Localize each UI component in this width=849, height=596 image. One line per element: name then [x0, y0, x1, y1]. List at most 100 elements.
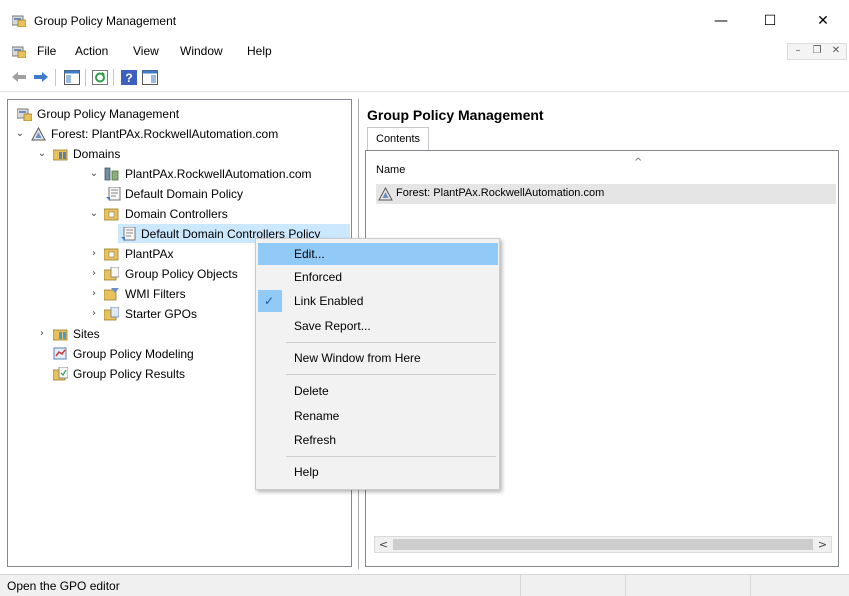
menu-item-delete[interactable]: Delete: [258, 380, 498, 402]
domain-icon: [104, 167, 119, 181]
chevron-down-icon[interactable]: ⌄: [14, 124, 26, 144]
tree-node-gpm-root[interactable]: Group Policy Management: [8, 104, 348, 124]
status-text: Open the GPO editor: [7, 579, 120, 593]
chevron-down-icon[interactable]: ⌄: [88, 164, 100, 184]
status-bar: Open the GPO editor: [0, 574, 849, 596]
status-divider: [750, 575, 751, 596]
menu-item-label: Delete: [294, 384, 329, 398]
tree-node-label: Default Domain Policy: [125, 187, 244, 201]
details-header: Group Policy Management: [367, 107, 544, 123]
forward-arrow-icon[interactable]: [33, 69, 49, 85]
tree-node-label: PlantPAx.RockwellAutomation.com: [125, 167, 312, 181]
wmi-folder-icon: [104, 288, 119, 301]
close-button[interactable]: ✕: [800, 8, 846, 34]
tree-node-label: PlantPAx: [125, 247, 174, 261]
mdi-minimize-button[interactable]: –: [791, 44, 805, 58]
menu-separator: [286, 374, 496, 375]
tree-node-label: Starter GPOs: [125, 307, 198, 321]
menu-separator: [286, 456, 496, 457]
properties-icon[interactable]: [142, 69, 158, 85]
chevron-down-icon[interactable]: ⌄: [36, 144, 48, 164]
status-divider: [625, 575, 626, 596]
tree-node-domain-controllers[interactable]: ⌄ Domain Controllers: [8, 204, 348, 224]
scroll-left-button[interactable]: <: [375, 537, 392, 552]
tree-node-forest[interactable]: ⌄ Forest: PlantPAx.RockwellAutomation.co…: [8, 124, 348, 144]
menu-item-refresh[interactable]: Refresh: [258, 429, 498, 451]
column-header-name[interactable]: Name: [376, 164, 405, 176]
horizontal-scrollbar[interactable]: < >: [374, 536, 832, 553]
ou-folder-icon: [104, 248, 119, 261]
menu-item-rename[interactable]: Rename: [258, 405, 498, 427]
toolbar-separator: [113, 69, 114, 86]
chevron-down-icon[interactable]: ⌄: [88, 204, 100, 224]
chevron-right-icon[interactable]: ›: [88, 244, 100, 264]
sites-folder-icon: [53, 329, 68, 341]
tree-node-label: Forest: PlantPAx.RockwellAutomation.com: [51, 127, 279, 141]
scroll-thumb[interactable]: [393, 539, 813, 550]
help-icon[interactable]: ?: [121, 69, 137, 85]
chevron-right-icon[interactable]: ›: [88, 304, 100, 324]
tree-node-label: Group Policy Objects: [125, 267, 238, 281]
svg-text:?: ?: [125, 71, 132, 85]
list-item-label: Forest: PlantPAx.RockwellAutomation.com: [396, 187, 605, 199]
menu-window[interactable]: Window: [180, 44, 223, 58]
checkmark-icon: ✓: [264, 294, 275, 308]
mdi-close-button[interactable]: ✕: [829, 44, 843, 58]
menu-item-link-enabled[interactable]: ✓ Link Enabled: [258, 290, 498, 312]
gpm-app-icon: [12, 15, 26, 27]
gpo-link-icon: [121, 227, 136, 241]
gpo-folder-icon: [104, 267, 119, 281]
back-arrow-icon[interactable]: [11, 69, 27, 85]
menu-action[interactable]: Action: [75, 44, 108, 58]
menu-item-new-window[interactable]: New Window from Here: [258, 347, 498, 369]
chevron-right-icon[interactable]: ›: [88, 284, 100, 304]
toolbar-separator: [55, 69, 56, 86]
menu-item-enforced[interactable]: Enforced: [258, 266, 498, 288]
system-menu-icon[interactable]: [12, 45, 26, 58]
chevron-right-icon[interactable]: ›: [88, 264, 100, 284]
toolbar: ?: [0, 62, 849, 92]
forest-icon: [378, 187, 393, 201]
menu-item-edit[interactable]: Edit...: [258, 243, 498, 265]
tree-node-label: Domains: [73, 147, 121, 161]
tree-node-domains[interactable]: ⌄ Domains: [8, 144, 348, 164]
forest-icon: [31, 127, 46, 141]
tree-node-label: Group Policy Modeling: [73, 347, 194, 361]
menu-item-help[interactable]: Help: [258, 461, 498, 483]
tree-node-label: Domain Controllers: [125, 207, 228, 221]
results-icon: [53, 367, 68, 381]
menu-item-save-report[interactable]: Save Report...: [258, 315, 498, 337]
mdi-restore-button[interactable]: ❐: [810, 44, 824, 58]
menu-view[interactable]: View: [133, 44, 159, 58]
menu-item-label: Enforced: [294, 270, 343, 284]
tree-node-label: WMI Filters: [125, 287, 186, 301]
menu-separator: [286, 342, 496, 343]
menu-file[interactable]: File: [37, 44, 56, 58]
list-item[interactable]: Forest: PlantPAx.RockwellAutomation.com: [376, 184, 836, 204]
scroll-right-button[interactable]: >: [814, 537, 831, 552]
title-bar: Group Policy Management — ☐ ✕: [0, 0, 849, 40]
show-hide-tree-icon[interactable]: [64, 69, 80, 85]
tab-contents[interactable]: Contents: [367, 127, 430, 150]
tree-node-default-domain-policy[interactable]: Default Domain Policy: [8, 184, 348, 204]
tree-node-label: Group Policy Management: [37, 107, 180, 121]
starter-gpo-folder-icon: [104, 307, 119, 321]
domains-folder-icon: [53, 149, 68, 161]
chevron-right-icon[interactable]: ›: [36, 324, 48, 344]
maximize-button[interactable]: ☐: [747, 8, 793, 34]
refresh-icon[interactable]: [92, 69, 108, 85]
tree-node-domain[interactable]: ⌄ PlantPAx.RockwellAutomation.com: [8, 164, 348, 184]
menu-bar: File Action View Window Help: [0, 40, 849, 62]
gpo-link-icon: [106, 187, 121, 201]
menu-item-label: Edit...: [294, 247, 325, 261]
minimize-button[interactable]: —: [698, 8, 744, 34]
window-title: Group Policy Management: [34, 14, 177, 28]
toolbar-separator: [85, 69, 86, 86]
menu-item-label: Refresh: [294, 433, 337, 447]
menu-item-label: Rename: [294, 409, 340, 423]
menu-item-label: Link Enabled: [294, 294, 364, 308]
menu-help[interactable]: Help: [247, 44, 272, 58]
sort-ascending-icon: ^: [634, 157, 643, 168]
tree-node-label: Group Policy Results: [73, 367, 186, 381]
menu-item-label: Help: [294, 465, 319, 479]
